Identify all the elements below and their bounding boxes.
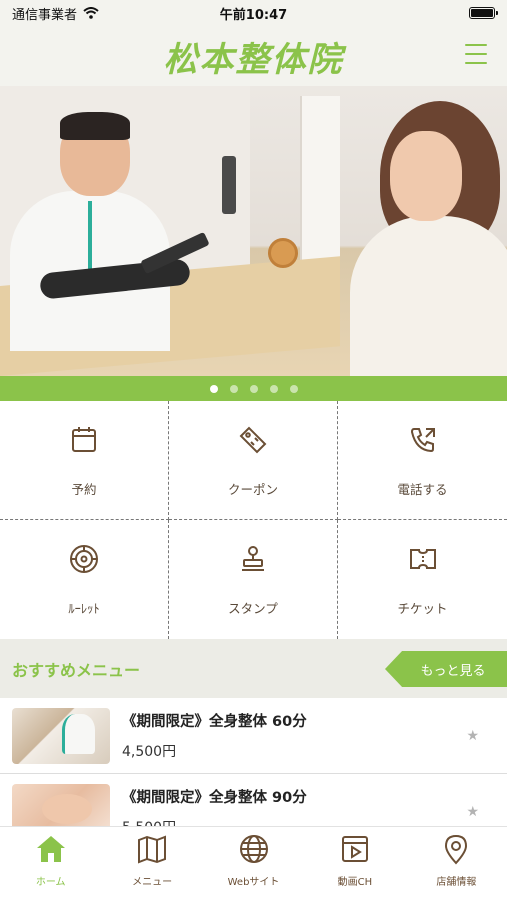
recommend-menu-list: 《期間限定》全身整体 60分 4,500円 ★ 《期間限定》全身整体 90分 5… bbox=[0, 698, 507, 826]
app-header: 松本整体院 bbox=[0, 26, 507, 86]
location-pin-icon bbox=[445, 834, 468, 865]
menu-item-price: 5,500円 bbox=[122, 817, 307, 826]
quick-menu-label: スタンプ bbox=[228, 601, 278, 616]
tab-video[interactable]: 動画CH bbox=[304, 827, 405, 900]
carousel-dot-5[interactable] bbox=[289, 384, 298, 393]
quick-menu-label: 予約 bbox=[71, 481, 97, 497]
quick-menu-ticket[interactable]: チケット bbox=[338, 520, 507, 639]
tab-label: メニュー bbox=[132, 877, 173, 888]
bottom-tab-bar: ホーム メニュー Webサイト 動画CH 店舗情報 bbox=[0, 826, 507, 900]
tab-website[interactable]: Webサイト bbox=[203, 827, 304, 900]
quick-menu-stamp[interactable]: スタンプ bbox=[169, 520, 338, 639]
map-menu-icon bbox=[138, 835, 167, 864]
carousel-dot-1[interactable] bbox=[209, 384, 218, 393]
tab-label: Webサイト bbox=[227, 877, 280, 888]
calendar-icon bbox=[72, 426, 96, 452]
video-icon bbox=[341, 836, 368, 862]
carousel-dot-4[interactable] bbox=[269, 384, 278, 393]
quick-menu-label: クーポン bbox=[227, 481, 278, 497]
status-bar: 通信事業者 午前10:47 bbox=[0, 0, 507, 26]
tab-label: 店舗情報 bbox=[436, 877, 477, 888]
quick-menu-label: 電話する bbox=[397, 481, 448, 497]
tab-label: 動画CH bbox=[337, 877, 373, 888]
quick-menu-reservation[interactable]: 予約 bbox=[0, 401, 169, 520]
menu-item-price: 4,500円 bbox=[122, 744, 177, 760]
battery-icon bbox=[469, 7, 498, 19]
tab-menu[interactable]: メニュー bbox=[101, 827, 202, 900]
recommend-section-header: おすすめメニュー もっと見る bbox=[0, 639, 507, 698]
menu-item-name: 《期間限定》全身整体 90分 bbox=[122, 790, 307, 806]
quick-menu-label: ﾙｰﾚｯﾄ bbox=[68, 601, 100, 616]
carousel-indicator bbox=[0, 376, 507, 401]
list-item[interactable]: 《期間限定》全身整体 90分 5,500円 ★ bbox=[0, 774, 507, 826]
carousel-dot-2[interactable] bbox=[229, 384, 238, 393]
wifi-icon bbox=[83, 7, 99, 19]
tab-label: ホーム bbox=[35, 877, 66, 888]
menu-thumbnail bbox=[12, 707, 110, 764]
home-icon bbox=[36, 836, 65, 862]
menu-thumbnail bbox=[12, 783, 110, 826]
tab-store-info[interactable]: 店舗情報 bbox=[406, 827, 507, 900]
hamburger-menu-icon[interactable] bbox=[465, 44, 487, 64]
carrier-label: 通信事業者 bbox=[12, 7, 78, 23]
globe-icon bbox=[239, 835, 268, 863]
favorite-star-icon[interactable]: ★ bbox=[466, 728, 479, 744]
list-item[interactable]: 《期間限定》全身整体 60分 4,500円 ★ bbox=[0, 698, 507, 774]
phone-icon bbox=[410, 427, 435, 452]
coupon-tag-icon bbox=[239, 426, 267, 453]
quick-menu-coupon[interactable]: クーポン bbox=[169, 401, 338, 520]
status-left: 通信事業者 bbox=[12, 4, 99, 23]
see-more-button[interactable]: もっと見る bbox=[385, 651, 507, 687]
roulette-icon bbox=[70, 545, 98, 573]
recommend-title: おすすめメニュー bbox=[12, 660, 141, 680]
quick-menu-phone[interactable]: 電話する bbox=[338, 401, 507, 520]
quick-menu-grid: 予約 クーポン 電話する ﾙｰﾚｯﾄ スタンプ チケット bbox=[0, 401, 507, 639]
stamp-icon bbox=[242, 546, 264, 571]
quick-menu-roulette[interactable]: ﾙｰﾚｯﾄ bbox=[0, 520, 169, 639]
quick-menu-label: チケット bbox=[397, 601, 448, 616]
menu-item-name: 《期間限定》全身整体 60分 bbox=[122, 714, 307, 730]
clinic-logo: 松本整体院 bbox=[163, 39, 344, 80]
carousel-dot-3[interactable] bbox=[249, 384, 258, 393]
ticket-icon bbox=[409, 549, 436, 569]
hero-carousel-image[interactable] bbox=[0, 86, 507, 376]
client-figure bbox=[340, 101, 507, 376]
favorite-star-icon[interactable]: ★ bbox=[466, 804, 479, 820]
tab-home[interactable]: ホーム bbox=[0, 827, 101, 900]
therapist-figure bbox=[10, 112, 191, 351]
